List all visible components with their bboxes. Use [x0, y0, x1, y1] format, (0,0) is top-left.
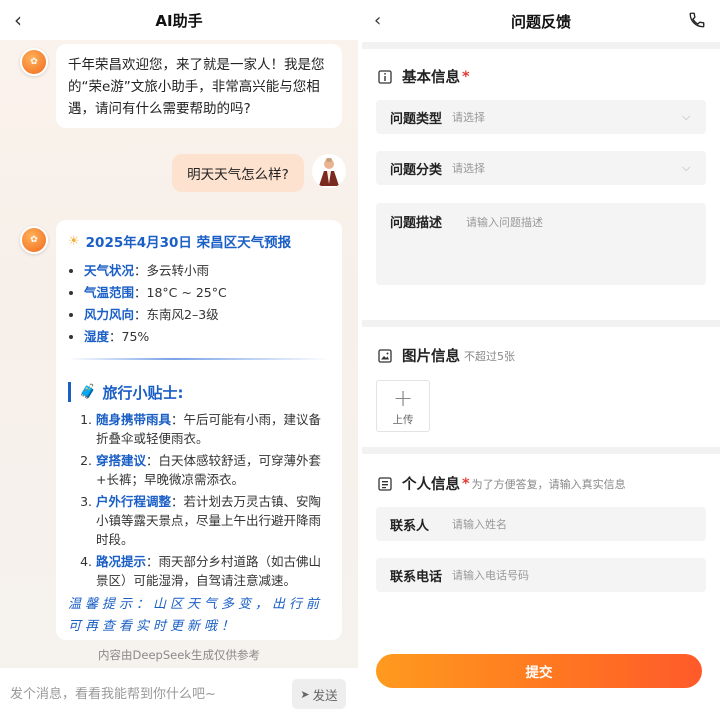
send-icon: ➤: [300, 687, 310, 701]
field-placeholder: 请输入电话号码: [452, 569, 529, 582]
field-label: 问题类型: [390, 111, 443, 127]
bot-avatar: ✿: [20, 226, 48, 254]
sun-cloud-icon: ☀: [68, 233, 80, 249]
list-item: 户外行程调整：若计划去万灵古镇、安陶小镇等露天景点，尽量上午出行避开降雨时段。: [96, 492, 330, 549]
issue-description-field[interactable]: 问题描述 请输入问题描述: [376, 203, 706, 285]
chevron-down-icon: ⌵: [682, 110, 691, 123]
title-bar: [68, 382, 71, 402]
disclaimer: 内容由DeepSeek生成仅供参考: [98, 648, 260, 662]
bot-weather-message: ☀ 2025年4月30日 荣昌区天气预报 天气状况：多云转小雨 气温范围：18°…: [56, 220, 342, 640]
tips-title: 🧳 旅行小贴士:: [68, 380, 330, 404]
contact-phone-field[interactable]: 联系电话 请输入电话号码: [376, 558, 706, 592]
list-item: 穿搭建议：白天体感较舒适，可穿薄外套+长裤；早晚微凉需添衣。: [96, 451, 330, 489]
field-label: 问题描述: [390, 216, 443, 231]
info-icon: [378, 69, 392, 84]
section-title-text: 基本信息: [402, 70, 460, 86]
back-icon[interactable]: ‹: [14, 8, 22, 32]
issue-category-select[interactable]: 问题分类 请选择 ⌵: [376, 151, 706, 185]
required-mark: *: [462, 475, 470, 492]
user-avatar: [312, 154, 346, 188]
list-item: 湿度：75%: [84, 326, 330, 348]
chat-input[interactable]: [10, 678, 282, 710]
divider: [362, 320, 720, 327]
section-hint: 不超过5张: [464, 349, 515, 363]
chat-header: ‹ AI助手: [0, 0, 358, 40]
page-title: 问题反馈: [510, 12, 571, 31]
back-icon[interactable]: ‹: [374, 10, 381, 31]
field-label: 问题分类: [390, 162, 443, 178]
list-item: 气温范围：18°C ~ 25°C: [84, 282, 330, 304]
phone-icon[interactable]: [688, 11, 706, 29]
field-value: 请选择: [452, 111, 485, 124]
contact-name-field[interactable]: 联系人 请输入姓名: [376, 507, 706, 541]
luggage-icon: 🧳: [79, 384, 97, 400]
section-basic-info: 基本信息 *: [378, 66, 470, 87]
send-button[interactable]: ➤ 发送: [292, 679, 346, 709]
list-item: 随身携带雨具：午后可能有小雨，建议备折叠伞或轻便雨衣。: [96, 410, 330, 448]
send-label: 发送: [312, 687, 338, 703]
issue-type-select[interactable]: 问题类型 请选择 ⌵: [376, 100, 706, 134]
upload-button[interactable]: + 上传: [376, 380, 430, 432]
chat-panel: ‹ AI助手 ✿ 千年荣昌欢迎您，来了就是一家人！我是您的“荣e游”文旅小助手，…: [0, 0, 358, 720]
page-title: AI助手: [155, 11, 203, 30]
bot-welcome-message: 千年荣昌欢迎您，来了就是一家人！我是您的“荣e游”文旅小助手，非常高兴能与您相遇…: [56, 44, 342, 128]
section-title-text: 个人信息: [402, 477, 460, 493]
section-personal-info: 个人信息 * 为了方便答复，请输入真实信息: [378, 473, 626, 494]
submit-button[interactable]: 提交: [376, 654, 702, 688]
feedback-panel: ‹ 问题反馈 基本信息 * 问题类型 请选择 ⌵ 问题分类 请选择 ⌵ 问题描述…: [362, 0, 720, 720]
tips-title-text: 旅行小贴士:: [102, 383, 184, 402]
weather-list: 天气状况：多云转小雨 气温范围：18°C ~ 25°C 风力风向：东南风2–3级…: [68, 260, 330, 348]
tips-list: 随身携带雨具：午后可能有小雨，建议备折叠伞或轻便雨衣。 穿搭建议：白天体感较舒适…: [68, 410, 330, 590]
plus-icon: +: [392, 383, 414, 412]
divider: [362, 447, 720, 454]
list-item: 风力风向：东南风2–3级: [84, 304, 330, 326]
section-hint: 为了方便答复，请输入真实信息: [471, 477, 626, 491]
warm-note: 温馨提示：山区天气多变，出行前可再查看实时更新哦！: [68, 597, 324, 634]
section-title-text: 图片信息: [402, 349, 460, 365]
chat-input-bar: ➤ 发送: [0, 668, 358, 720]
field-placeholder: 请输入姓名: [452, 518, 507, 531]
chevron-down-icon: ⌵: [682, 161, 691, 174]
weather-title: ☀ 2025年4月30日 荣昌区天气预报: [68, 230, 330, 252]
user-message: 明天天气怎么样?: [172, 154, 304, 192]
list-item: 路况提示：雨天部分乡村道路（如古佛山景区）可能湿滑，自驾请注意减速。: [96, 552, 330, 590]
field-label: 联系人: [390, 518, 430, 534]
field-placeholder: 请输入问题描述: [466, 216, 543, 229]
bot-logo-icon: ✿: [30, 234, 38, 245]
list-item: 天气状况：多云转小雨: [84, 260, 330, 282]
image-icon: [378, 348, 392, 363]
upload-label: 上传: [392, 413, 414, 426]
feedback-header: ‹ 问题反馈: [362, 0, 720, 42]
field-value: 请选择: [452, 162, 485, 175]
section-images: 图片信息 不超过5张: [378, 345, 515, 366]
weather-title-text: 2025年4月30日 荣昌区天气预报: [85, 235, 292, 251]
id-card-icon: [378, 476, 392, 491]
bot-avatar: ✿: [20, 48, 48, 76]
field-label: 联系电话: [390, 569, 443, 585]
bot-logo-icon: ✿: [30, 56, 38, 67]
required-mark: *: [462, 68, 470, 85]
divider: [68, 358, 330, 360]
divider: [362, 42, 720, 49]
user-avatar-icon: [312, 154, 346, 188]
